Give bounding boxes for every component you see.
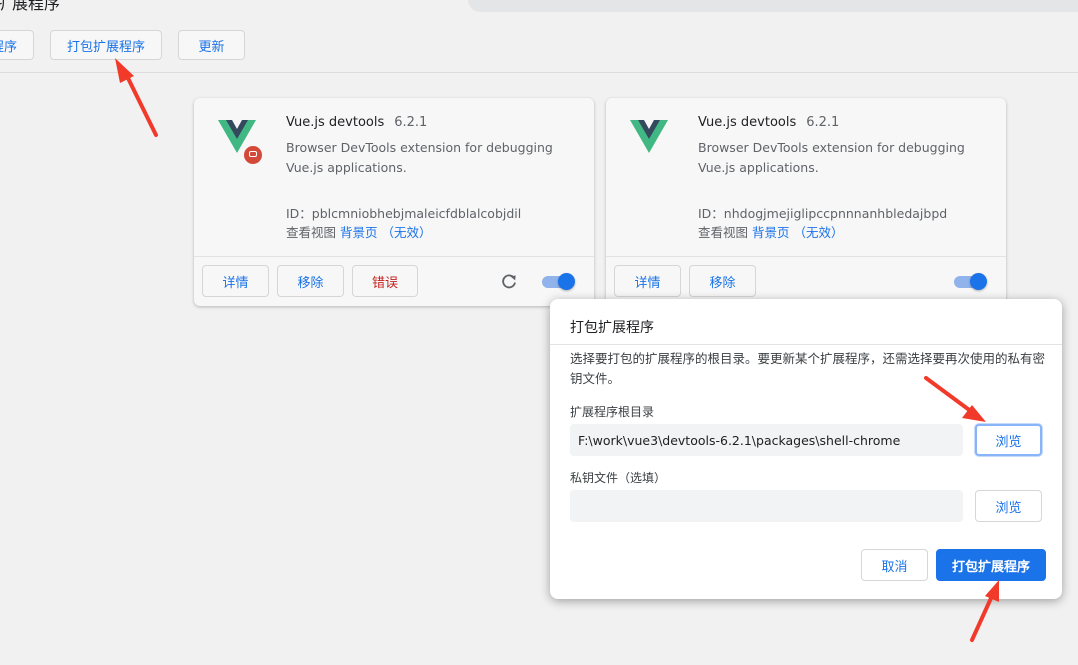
inspect-views-label: 查看视图: [286, 225, 337, 240]
extension-version: 6.2.1: [806, 115, 840, 130]
remove-button[interactable]: 移除: [277, 265, 344, 297]
background-page-link[interactable]: 背景页 （无效）: [340, 225, 431, 240]
toggle-knob: [970, 273, 987, 290]
dialog-divider: [550, 344, 1062, 345]
extension-name-row: Vue.js devtools 6.2.1: [286, 115, 427, 130]
page-title: 扩展程序: [0, 0, 61, 13]
card-divider: [606, 256, 1006, 257]
extension-card: Vue.js devtools 6.2.1 Browser DevTools ex…: [606, 98, 1006, 306]
private-key-input[interactable]: [570, 490, 963, 522]
extension-id: ID：nhdogjmejiglipccpnnnanhbledajbpd: [698, 206, 948, 221]
enable-toggle[interactable]: [542, 273, 575, 290]
details-button[interactable]: 详情: [202, 265, 269, 297]
remove-button[interactable]: 移除: [689, 265, 756, 297]
load-unpacked-button[interactable]: 程序: [0, 30, 34, 60]
toggle-knob: [558, 273, 575, 290]
inspect-views: 查看视图 背景页 （无效）: [698, 222, 844, 241]
extension-description: Browser DevTools extension for debugging…: [286, 140, 553, 175]
pack-extension-button[interactable]: 打包扩展程序: [50, 30, 162, 60]
error-badge-icon: [242, 144, 264, 166]
private-key-label: 私钥文件（选填）: [570, 471, 667, 485]
extension-description: Browser DevTools extension for debugging…: [698, 140, 965, 175]
root-directory-input[interactable]: [570, 424, 963, 456]
inspect-views-label: 查看视图: [698, 225, 749, 240]
extensions-page: 扩展程序 程序 打包扩展程序 更新 Vue.js devtools 6.2.1 B…: [0, 0, 1078, 665]
extension-name: Vue.js devtools: [698, 115, 797, 130]
pack-extension-dialog: 打包扩展程序 选择要打包的扩展程序的根目录。要更新某个扩展程序，还需选择要再次使…: [550, 299, 1062, 599]
dialog-description: 选择要打包的扩展程序的根目录。要更新某个扩展程序，还需选择要再次使用的私有密钥文…: [570, 351, 1046, 386]
arrow-to-pack-button-icon: [115, 58, 158, 137]
background-page-link[interactable]: 背景页 （无效）: [752, 225, 843, 240]
toolbar-divider: [0, 72, 1078, 73]
extension-name-row: Vue.js devtools 6.2.1: [698, 115, 839, 130]
inspect-views: 查看视图 背景页 （无效）: [286, 222, 432, 241]
extension-name: Vue.js devtools: [286, 115, 385, 130]
reload-icon[interactable]: [500, 273, 518, 291]
extension-version: 6.2.1: [394, 115, 428, 130]
dialog-title: 打包扩展程序: [570, 320, 654, 336]
errors-button[interactable]: 错误: [352, 265, 418, 297]
details-button[interactable]: 详情: [614, 265, 681, 297]
browse-key-button[interactable]: 浏览: [975, 490, 1042, 522]
pack-extension-confirm-button[interactable]: 打包扩展程序: [936, 549, 1046, 581]
search-bar[interactable]: [468, 0, 1078, 12]
extension-card: Vue.js devtools 6.2.1 Browser DevTools ex…: [194, 98, 594, 306]
load-unpacked-label: 程序: [0, 39, 17, 55]
root-directory-label: 扩展程序根目录: [570, 405, 655, 419]
enable-toggle[interactable]: [954, 273, 987, 290]
browse-root-button[interactable]: 浏览: [975, 424, 1042, 456]
extension-id: ID：pblcmniobhebjmaleicfdblalcobjdil: [286, 206, 522, 221]
vue-logo-icon: [630, 120, 668, 153]
update-button[interactable]: 更新: [178, 30, 245, 60]
cancel-button[interactable]: 取消: [861, 549, 928, 581]
card-divider: [194, 256, 594, 257]
